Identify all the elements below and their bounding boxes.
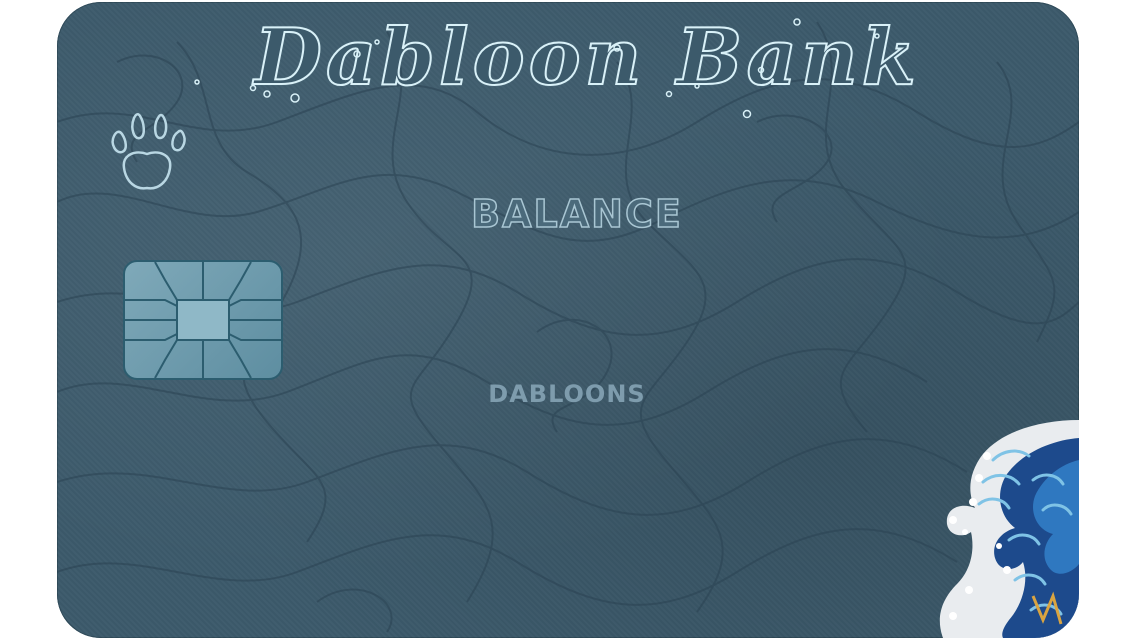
chip-icon	[123, 260, 283, 380]
bubble-decoration	[194, 18, 880, 119]
great-wave-illustration	[939, 420, 1079, 638]
bank-card: Dabloon Bank BALANCE DABLOONS	[57, 2, 1079, 638]
paw-print-icon	[111, 113, 186, 190]
balance-label: BALANCE	[470, 191, 683, 237]
chip-contacts	[125, 262, 281, 378]
currency-label: DABLOONS	[488, 380, 646, 408]
